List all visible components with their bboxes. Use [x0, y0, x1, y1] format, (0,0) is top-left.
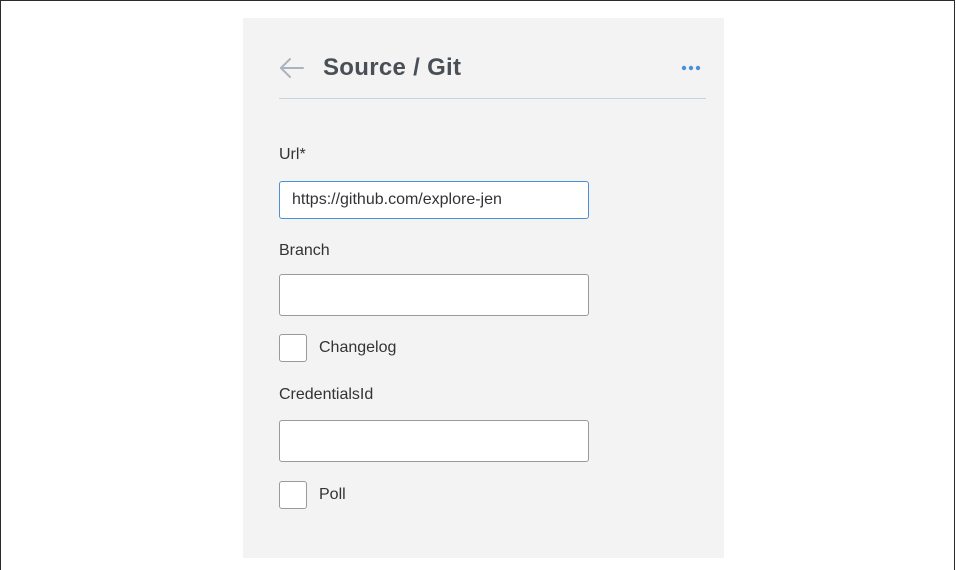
changelog-label: Changelog — [319, 339, 397, 356]
changelog-option[interactable]: Changelog — [279, 333, 396, 363]
poll-option[interactable]: Poll — [279, 480, 346, 510]
page-title: Source / Git — [323, 54, 462, 81]
branch-input[interactable] — [279, 274, 589, 316]
credentials-label: CredentialsId — [279, 386, 374, 403]
source-git-panel: Source / Git Url* Branch Changelog Crede… — [243, 18, 724, 558]
url-label: Url* — [279, 146, 306, 163]
poll-label: Poll — [319, 486, 346, 503]
arrow-left-icon[interactable] — [279, 56, 305, 80]
more-horizontal-icon[interactable] — [680, 60, 702, 76]
branch-label: Branch — [279, 242, 330, 259]
panel-header: Source / Git — [279, 46, 706, 99]
url-input[interactable] — [279, 181, 589, 219]
poll-checkbox[interactable] — [279, 481, 307, 509]
credentials-input[interactable] — [279, 420, 589, 462]
changelog-checkbox[interactable] — [279, 334, 307, 362]
